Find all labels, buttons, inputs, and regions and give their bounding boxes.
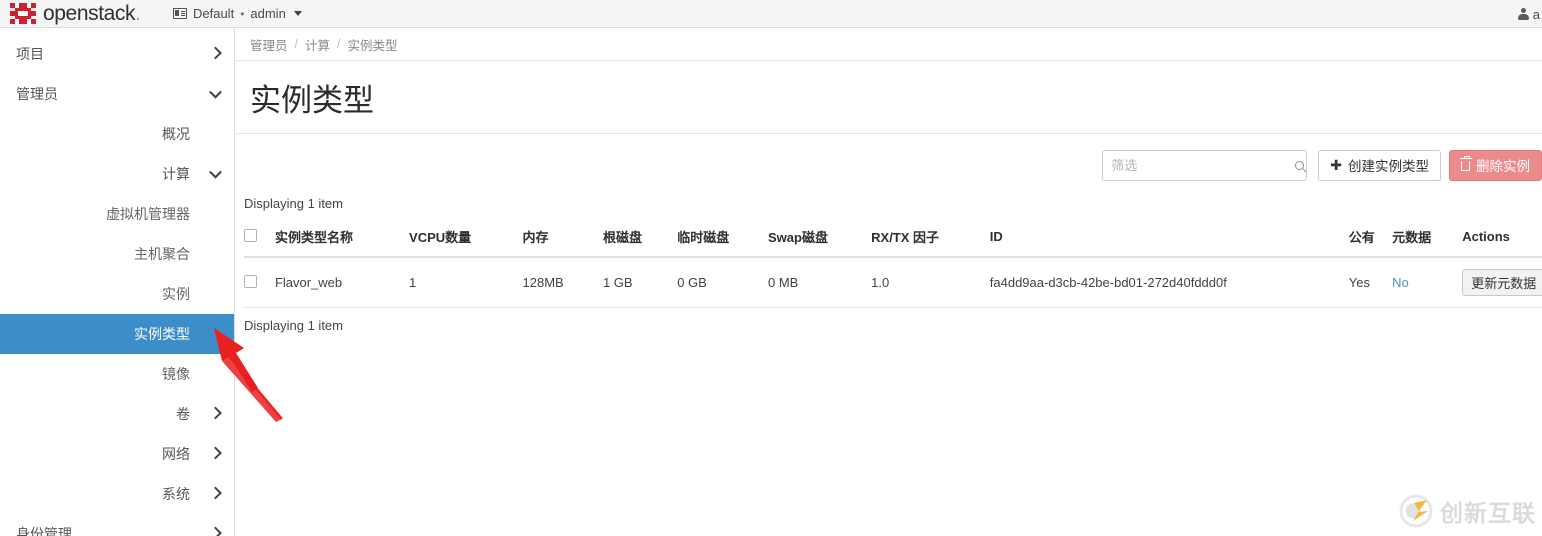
column-header-actions: Actions <box>1462 219 1542 258</box>
select-all-checkbox[interactable] <box>244 228 257 242</box>
column-header-public[interactable]: 公有 <box>1348 219 1393 258</box>
column-header-root-disk[interactable]: 根磁盘 <box>602 219 678 258</box>
search-icon[interactable] <box>1295 160 1305 170</box>
sidebar-item-11[interactable]: 系统 <box>0 474 234 514</box>
column-header-memory[interactable]: 内存 <box>522 219 603 258</box>
openstack-logo-icon <box>10 3 36 24</box>
sidebar-item-label: 网络 <box>162 446 190 462</box>
sidebar-item-4[interactable]: 虚拟机管理器 <box>0 194 234 234</box>
ephemeral-disk: 0 GB <box>677 257 768 308</box>
vcpu-count: 1 <box>409 257 523 308</box>
column-header-vcpu[interactable]: VCPU数量 <box>409 219 523 258</box>
sidebar-item-label: 实例类型 <box>134 326 190 342</box>
sidebar-item-label: 计算 <box>162 166 190 182</box>
sidebar-item-label: 镜像 <box>162 366 190 382</box>
user-menu-label: a <box>1532 6 1540 22</box>
user-icon <box>1517 8 1529 20</box>
column-header-rxtx[interactable]: RX/TX 因子 <box>871 219 990 258</box>
flavor-name: Flavor_web <box>274 257 410 308</box>
brand-dot: . <box>135 1 141 25</box>
flavor-id: fa4dd9aa-d3cb-42be-bd01-272d40fddd0f <box>989 257 1349 308</box>
sidebar-item-label: 主机聚合 <box>134 246 190 262</box>
horizon-dashboard: openstack . Default • admin a 项目 管理员 概况 计算虚… <box>0 0 1542 536</box>
breadcrumb-separator: / <box>294 37 298 51</box>
search-input[interactable] <box>1103 150 1296 180</box>
sidebar-item-2[interactable]: 概况 <box>0 114 234 154</box>
metadata-link[interactable]: No <box>1392 275 1409 290</box>
public-flag: Yes <box>1348 257 1393 308</box>
context-user: admin <box>250 6 286 21</box>
table-header-row: 实例类型名称 VCPU数量 内存 根磁盘 临时磁盘 Swap磁盘 RX/TX 因… <box>244 219 1542 258</box>
sidebar-item-label: 项目 <box>16 46 44 62</box>
memory: 128MB <box>522 257 603 308</box>
update-metadata-button[interactable]: 更新元数据 <box>1462 269 1542 296</box>
sidebar-item-label: 管理员 <box>16 86 58 102</box>
sidebar-item-label: 概况 <box>162 126 190 142</box>
delete-flavors-label: 删除实例 <box>1476 159 1530 174</box>
breadcrumb-item-1[interactable]: 计算 <box>305 35 330 54</box>
select-all-cell <box>244 219 275 258</box>
sidebar-item-label: 系统 <box>162 486 190 502</box>
page-title: 实例类型 <box>250 82 374 118</box>
sidebar-item-3[interactable]: 计算 <box>0 154 234 194</box>
row-select-cell <box>244 257 275 308</box>
breadcrumb-separator: / <box>337 37 341 51</box>
sidebar-item-12[interactable]: 身份管理 <box>0 514 234 536</box>
create-flavor-label: 创建实例类型 <box>1348 159 1429 174</box>
breadcrumb-item-0[interactable]: 管理员 <box>250 35 288 54</box>
delete-flavors-button[interactable]: 删除实例 <box>1449 149 1542 181</box>
brand-logo-group[interactable]: openstack . <box>0 2 141 26</box>
sidebar-item-1[interactable]: 管理员 <box>0 74 234 114</box>
plus-icon: ✚ <box>1330 157 1342 173</box>
item-count-top: Displaying 1 item <box>244 196 343 211</box>
sidebar-item-label: 实例 <box>162 286 190 302</box>
column-header-ephemeral-disk[interactable]: 临时磁盘 <box>677 219 768 258</box>
column-header-id[interactable]: ID <box>989 219 1349 258</box>
table-toolbar: ✚ 创建实例类型 删除实例 <box>236 134 1542 196</box>
trash-icon <box>1459 156 1472 171</box>
sidebar-item-9[interactable]: 卷 <box>0 394 234 434</box>
context-switcher[interactable]: Default • admin <box>169 3 306 24</box>
root-disk: 1 GB <box>602 257 678 308</box>
panel-icon <box>172 8 187 19</box>
chevron-down-icon <box>293 11 302 16</box>
user-menu[interactable]: a <box>1517 0 1542 28</box>
flavors-table: 实例类型名称 VCPU数量 内存 根磁盘 临时磁盘 Swap磁盘 RX/TX 因… <box>244 219 1542 308</box>
column-header-name[interactable]: 实例类型名称 <box>274 219 410 258</box>
sidebar-item-10[interactable]: 网络 <box>0 434 234 474</box>
item-count-bottom: Displaying 1 item <box>244 318 343 333</box>
column-header-swap-disk[interactable]: Swap磁盘 <box>767 219 872 258</box>
row-checkbox[interactable] <box>244 274 257 288</box>
sidebar-item-0[interactable]: 项目 <box>0 34 234 74</box>
column-header-metadata[interactable]: 元数据 <box>1392 219 1463 258</box>
rxtx-factor: 1.0 <box>871 257 990 308</box>
metadata-flag[interactable]: No <box>1392 257 1463 308</box>
create-flavor-button[interactable]: ✚ 创建实例类型 <box>1318 149 1441 181</box>
table-row[interactable]: Flavor_web 1 128MB 1 GB 0 GB 0 MB 1.0 fa4dd9aa-… <box>244 257 1542 308</box>
main-content: 管理员 / 计算 / 实例类型 实例类型 ✚ 创建实例类型 删除实例 Displayin… <box>236 28 1542 536</box>
sidebar-navigation: 项目管理员概况计算虚拟机管理器主机聚合实例实例类型镜像卷网络系统身份管理 <box>0 28 235 536</box>
sidebar-item-label: 卷 <box>176 406 190 422</box>
top-navbar: openstack . Default • admin a <box>0 0 1542 28</box>
brand-name: openstack <box>43 1 136 25</box>
context-domain: Default <box>192 6 235 21</box>
sidebar-item-7[interactable]: 实例类型 <box>0 314 234 354</box>
sidebar-item-label: 身份管理 <box>16 526 72 536</box>
swap-disk: 0 MB <box>767 257 872 308</box>
sidebar-item-6[interactable]: 实例 <box>0 274 234 314</box>
breadcrumb-item-2: 实例类型 <box>347 38 398 53</box>
sidebar-item-5[interactable]: 主机聚合 <box>0 234 234 274</box>
sidebar-item-label: 虚拟机管理器 <box>106 206 190 222</box>
breadcrumb: 管理员 / 计算 / 实例类型 <box>236 28 1542 61</box>
page-header: 实例类型 <box>236 61 1542 134</box>
context-separator: • <box>240 6 245 21</box>
filter-search-box[interactable] <box>1102 149 1308 181</box>
sidebar-item-8[interactable]: 镜像 <box>0 354 234 394</box>
row-actions-cell: 更新元数据 <box>1462 257 1542 308</box>
